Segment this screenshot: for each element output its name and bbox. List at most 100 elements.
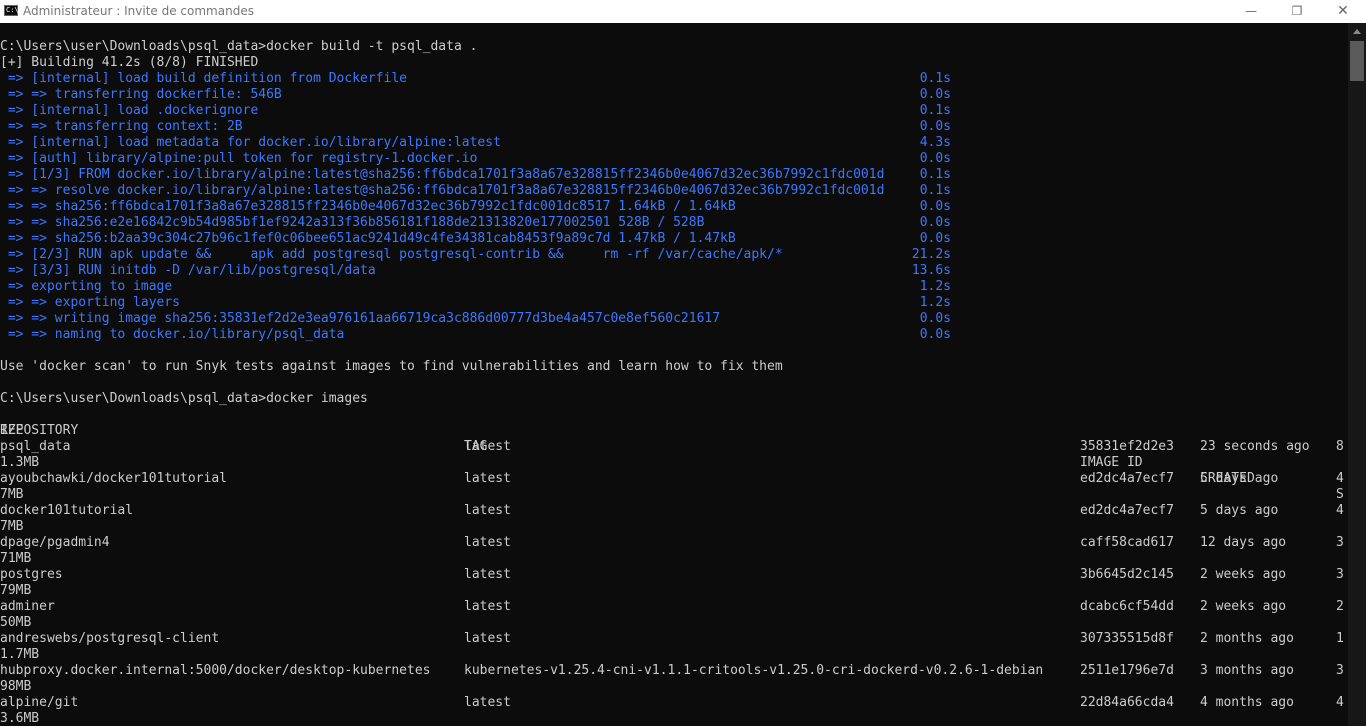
maximize-button[interactable]: ❐ xyxy=(1274,0,1320,23)
scan-hint: Use 'docker scan' to run Snyk tests agai… xyxy=(0,359,783,374)
image-created: 3 months ago xyxy=(1200,663,1294,678)
image-repository: docker101tutorial xyxy=(0,503,134,518)
image-size-start: 1 xyxy=(1336,631,1344,646)
image-repository: ayoubchawki/docker101tutorial xyxy=(0,471,227,486)
image-tag: latest xyxy=(464,567,511,582)
image-tag: latest xyxy=(464,599,511,614)
table-row: hubproxy.docker.internal:5000/docker/des… xyxy=(0,663,1348,679)
build-step-time: 0.0s xyxy=(919,119,951,134)
image-tag: latest xyxy=(464,471,511,486)
build-step-time: 0.0s xyxy=(919,231,951,246)
build-step-time: 0.0s xyxy=(919,151,951,166)
build-step-time: 0.1s xyxy=(919,103,951,118)
table-row: andreswebs/postgresql-client latest 307335… xyxy=(0,631,1348,647)
image-created: 5 days ago xyxy=(1200,503,1279,518)
build-step: => => transferring dockerfile: 546B 0.0s xyxy=(0,87,1348,103)
image-created: 23 seconds ago xyxy=(1200,439,1310,454)
build-step-time: 13.6s xyxy=(911,263,951,278)
build-step-time: 0.1s xyxy=(919,167,951,182)
image-tag: kubernetes-v1.25.4-cni-v1.1.1-critools-v… xyxy=(464,663,1044,678)
image-size-start: 3 xyxy=(1336,535,1344,550)
image-created: 2 months ago xyxy=(1200,631,1294,646)
scroll-thumb[interactable] xyxy=(1350,41,1364,81)
image-size-wrap: 98MB xyxy=(0,679,32,694)
build-step: => => resolve docker.io/library/alpine:l… xyxy=(0,183,1348,199)
vertical-scrollbar[interactable] xyxy=(1348,23,1366,726)
build-step: => [internal] load metadata for docker.i… xyxy=(0,135,1348,151)
build-step-time: 4.3s xyxy=(919,135,951,150)
image-created: 5 days ago xyxy=(1200,471,1279,486)
title-bar[interactable]: C:\ Administrateur : Invite de commandes… xyxy=(0,0,1366,23)
image-created: 12 days ago xyxy=(1200,535,1287,550)
header-size-wrap: IZE xyxy=(0,423,24,438)
images-table: psql_datalatest 35831ef2d2e3 23 seconds ag… xyxy=(0,439,1348,726)
build-step: => exporting to image 1.2s xyxy=(0,279,1348,295)
build-step-time: 1.2s xyxy=(919,295,951,310)
close-button[interactable]: ✕ xyxy=(1320,0,1366,23)
image-size-start: 4 xyxy=(1336,695,1344,710)
image-size-wrap: 71MB xyxy=(0,551,32,566)
image-tag: latest xyxy=(464,503,511,518)
build-step: => [2/3] RUN apk update && apk add postg… xyxy=(0,247,1348,263)
image-id: caff58cad617 xyxy=(1080,535,1174,550)
minimize-button[interactable]: — xyxy=(1228,0,1274,23)
image-repository: psql_data xyxy=(0,439,71,454)
build-step: => [internal] load .dockerignore 0.1s xyxy=(0,103,1348,119)
image-id: dcabc6cf54dd xyxy=(1080,599,1174,614)
build-step: => [3/3] RUN initdb -D /var/lib/postgres… xyxy=(0,263,1348,279)
image-size-start: 3 xyxy=(1336,567,1344,582)
command-line: C:\Users\user\Downloads\psql_data>docker… xyxy=(0,39,478,54)
image-tag: latest xyxy=(464,631,511,646)
build-step: => => sha256:e2e16842c9b54d985bf1ef9242a… xyxy=(0,215,1348,231)
console-output[interactable]: C:\Users\user\Downloads\psql_data>docker… xyxy=(0,23,1348,726)
image-size-start: 4 xyxy=(1336,503,1344,518)
build-step: => [auth] library/alpine:pull token for … xyxy=(0,151,1348,167)
image-id: 3b6645d2c145 xyxy=(1080,567,1174,582)
image-repository: dpage/pgadmin4 xyxy=(0,535,110,550)
images-header: REPOSITORY TAG IMAGE ID CREATED S xyxy=(0,407,1348,502)
table-row: docker101tutorial latest ed2dc4a7ecf7 5 day… xyxy=(0,503,1348,519)
image-repository: andreswebs/postgresql-client xyxy=(0,631,220,646)
build-step-time: 0.0s xyxy=(919,87,951,102)
table-row: dpage/pgadmin4 latest caff58cad617 12 days … xyxy=(0,535,1348,551)
image-id: 307335515d8f xyxy=(1080,631,1174,646)
image-tag: latest xyxy=(464,695,511,710)
build-steps: => [internal] load build definition from… xyxy=(0,71,1348,343)
image-repository: adminer xyxy=(0,599,55,614)
image-size-wrap: 7MB xyxy=(0,519,24,534)
cmd-icon: C:\ xyxy=(4,5,19,16)
image-tag: latest xyxy=(464,535,511,550)
image-repository: postgres xyxy=(0,567,63,582)
command-line: C:\Users\user\Downloads\psql_data>docker… xyxy=(0,391,368,406)
build-step-time: 0.1s xyxy=(919,71,951,86)
image-id: ed2dc4a7ecf7 xyxy=(1080,503,1174,518)
image-size-wrap: 50MB xyxy=(0,615,32,630)
build-status: [+] Building 41.2s (8/8) FINISHED xyxy=(0,55,259,70)
window-title: Administrateur : Invite de commandes xyxy=(23,4,254,18)
image-size-start: 8 xyxy=(1336,439,1344,454)
image-id: 35831ef2d2e3 xyxy=(1080,439,1174,454)
build-step: => [internal] load build definition from… xyxy=(0,71,1348,87)
table-row: ayoubchawki/docker101tutorial latest ed2dc… xyxy=(0,471,1348,487)
build-step-time: 0.0s xyxy=(919,215,951,230)
table-row: adminer latest dcabc6cf54dd 2 weeks ago 2 xyxy=(0,599,1348,615)
build-step: => => naming to docker.io/library/psql_d… xyxy=(0,327,1348,343)
build-step-time: 21.2s xyxy=(911,247,951,262)
build-step-time: 0.0s xyxy=(919,199,951,214)
table-row: alpine/git latest 22d84a66cda4 4 months ago… xyxy=(0,695,1348,711)
image-size-start: 4 xyxy=(1336,471,1344,486)
image-id: 22d84a66cda4 xyxy=(1080,695,1174,710)
image-size-wrap: 1.7MB xyxy=(0,647,40,662)
build-step: => => sha256:ff6bdca1701f3a8a67e328815ff… xyxy=(0,199,1348,215)
image-size-wrap: 1.3MB xyxy=(0,455,40,470)
scroll-up-arrow-icon[interactable] xyxy=(1353,29,1361,34)
image-size-start: 3 xyxy=(1336,663,1344,678)
image-repository: hubproxy.docker.internal:5000/docker/des… xyxy=(0,663,431,678)
table-row: postgres latest 3b6645d2c145 2 weeks ago 3 xyxy=(0,567,1348,583)
build-step-time: 0.0s xyxy=(919,311,951,326)
table-row: psql_data latest 35831ef2d2e3 23 seconds ag… xyxy=(0,439,1348,455)
build-step: => => transferring context: 2B 0.0s xyxy=(0,119,1348,135)
build-step-time: 0.0s xyxy=(919,327,951,342)
image-size-wrap: 3.6MB xyxy=(0,711,40,726)
